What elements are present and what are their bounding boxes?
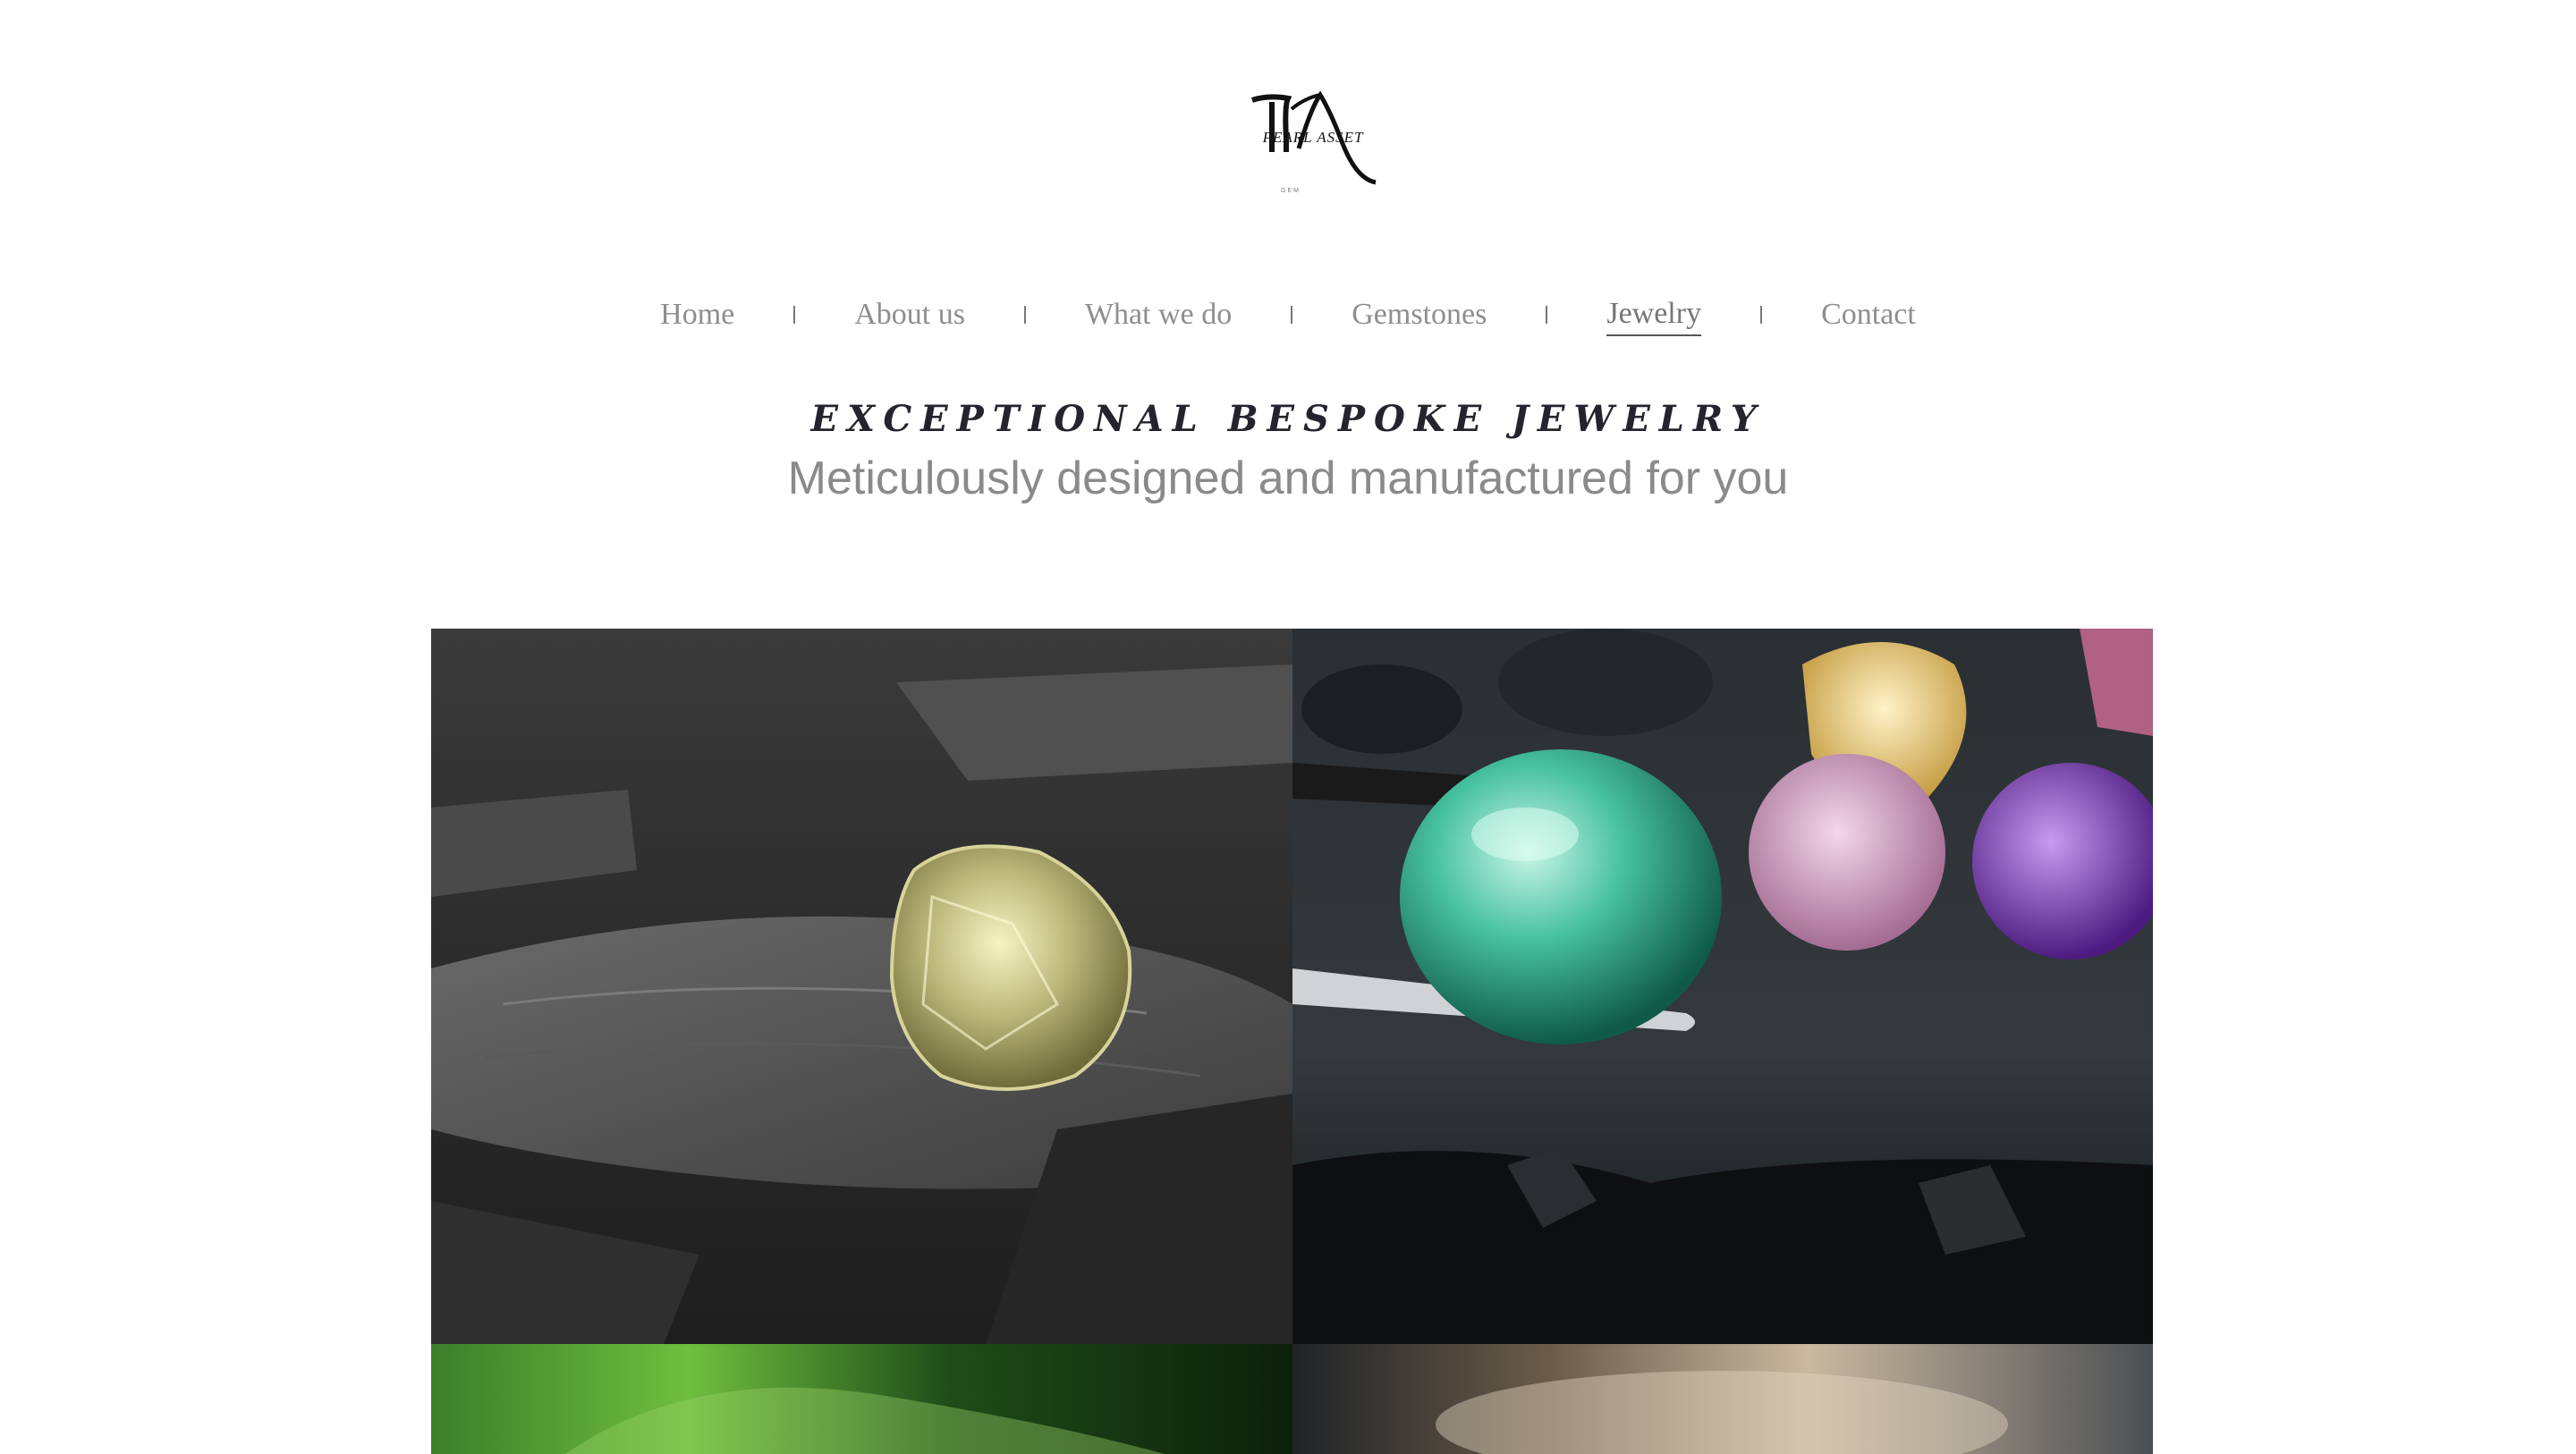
nav-gemstones[interactable]: Gemstones (1352, 292, 1487, 338)
nav-separator (1023, 306, 1026, 324)
nav-separator (793, 306, 796, 324)
green-abstract-image-icon (431, 1344, 1292, 1454)
nav-contact[interactable]: Contact (1821, 292, 1916, 338)
nav-what-we-do[interactable]: What we do (1085, 292, 1232, 338)
gallery-image-smoky[interactable] (1292, 1344, 2153, 1454)
gallery-image-yellow-gem[interactable] (431, 629, 1292, 1344)
nav-jewelry[interactable]: Jewelry (1606, 293, 1702, 336)
nav-separator (1291, 306, 1293, 324)
green-gemstone-image-icon (1292, 629, 2153, 1344)
main-navigation: Home About us What we do Gemstones Jewel… (0, 288, 2576, 342)
nav-separator (1760, 306, 1763, 324)
brand-logo[interactable]: PEARL ASSET GEM (1233, 86, 1394, 211)
nav-home[interactable]: Home (660, 292, 734, 338)
hero-subtitle: Meticulously designed and manufactured f… (787, 452, 1789, 504)
jewelry-gallery (431, 629, 2153, 1454)
hero-tagline: Exceptional Bespoke Jewelry (810, 398, 1766, 440)
brand-sub: GEM (1281, 188, 1301, 194)
nav-separator (1546, 306, 1548, 324)
nav-about-us[interactable]: About us (854, 292, 965, 338)
gallery-image-green-gem[interactable] (1292, 629, 2153, 1344)
gallery-image-green-abstract[interactable] (431, 1344, 1292, 1454)
yellow-gemstone-image-icon (431, 629, 1292, 1344)
smoky-brown-image-icon (1292, 1344, 2153, 1454)
brand-name: PEARL ASSET (1262, 129, 1364, 146)
logo-monogram-icon (1251, 90, 1377, 185)
